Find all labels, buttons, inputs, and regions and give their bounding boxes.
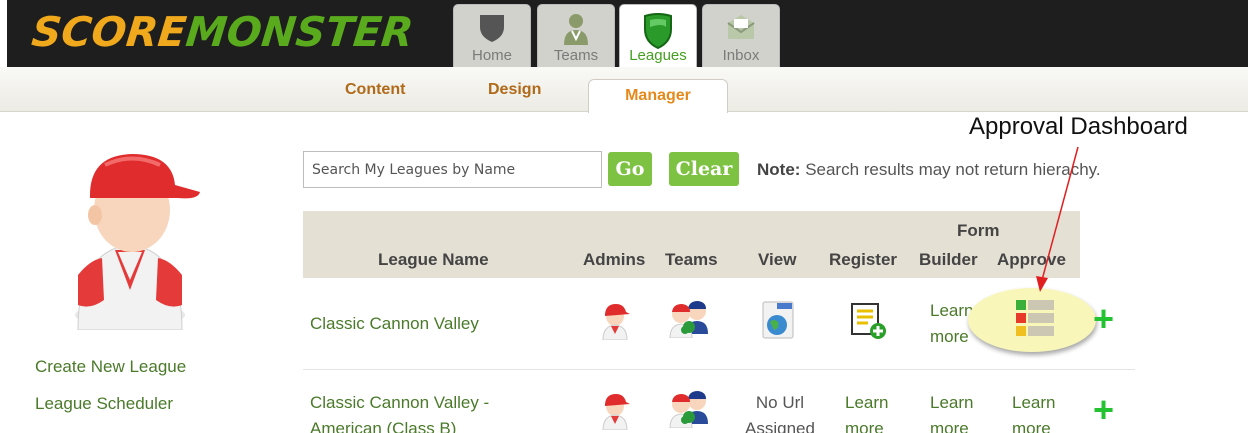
add-button[interactable]: + — [1093, 301, 1114, 337]
player-icon — [564, 14, 588, 45]
form-builder-learn-more-link[interactable]: Learn more — [930, 390, 973, 433]
form-builder-more-text: more — [930, 419, 969, 433]
admin-icon[interactable] — [600, 302, 630, 340]
approve-learn-text: Learn — [1012, 393, 1056, 412]
logo-part-score: SCORE — [29, 8, 189, 56]
view-line1: No Url — [755, 393, 805, 412]
create-new-league-link[interactable]: Create New League — [35, 357, 186, 377]
app-logo[interactable]: SCOREMONSTER — [29, 4, 416, 60]
add-button[interactable]: + — [1093, 392, 1114, 428]
www-icon[interactable] — [760, 300, 796, 340]
header-league-name: League Name — [378, 250, 489, 269]
league-name-link[interactable]: Classic Cannon Valley — [310, 311, 479, 337]
subtab-content[interactable]: Content — [345, 81, 405, 99]
header-form-builder-line2: Builder — [919, 250, 978, 269]
tab-leagues-label: Leagues — [629, 47, 687, 64]
annotation-label: Approval Dashboard — [969, 113, 1188, 140]
tab-teams[interactable]: Teams — [537, 4, 615, 67]
view-line2: Assigned — [745, 419, 815, 433]
approve-more-text: more — [1012, 419, 1051, 433]
envelope-icon — [727, 15, 755, 39]
form-builder-learn-text: Learn — [930, 393, 974, 412]
avatar — [75, 154, 200, 330]
header-form-builder-line1: Form — [957, 221, 1000, 240]
top-bar: SCOREMONSTER Home Teams Leagues Inbox — [0, 0, 1248, 67]
left-edge — [0, 0, 7, 67]
subtab-design[interactable]: Design — [488, 81, 541, 99]
header-view: View — [758, 250, 797, 269]
teams-icon[interactable] — [667, 390, 711, 428]
search-note: Note: Search results may not return hier… — [757, 160, 1101, 180]
header-teams: Teams — [665, 250, 718, 269]
league-name-line1: Classic Cannon Valley - — [310, 393, 490, 412]
league-name-link[interactable]: Classic Cannon Valley - American (Class … — [310, 390, 489, 433]
league-scheduler-link[interactable]: League Scheduler — [35, 394, 173, 414]
row-divider — [303, 369, 1135, 370]
tab-home-label: Home — [471, 47, 512, 64]
header-admins: Admins — [583, 250, 646, 269]
register-learn-more-link[interactable]: Learn more — [845, 390, 888, 433]
register-learn-text: Learn — [845, 393, 889, 412]
table-header: League Name Admins Teams View Register F… — [303, 211, 1080, 278]
approve-learn-more-link[interactable]: Learn more — [1012, 390, 1055, 433]
green-shield-icon — [644, 13, 672, 49]
go-button[interactable]: Go — [608, 152, 652, 186]
form-builder-learn-text: Learn — [930, 301, 974, 320]
logo-part-monster: MONSTER — [183, 8, 416, 56]
clear-button[interactable]: Clear — [669, 152, 739, 186]
header-approve: Approve — [997, 250, 1066, 269]
sub-nav: Content Design Manager — [0, 67, 1248, 113]
view-no-url-text: No Url Assigned — [738, 390, 822, 433]
approval-dashboard-icon[interactable] — [1015, 299, 1055, 337]
tab-home[interactable]: Home — [453, 4, 531, 67]
subtab-manager[interactable]: Manager — [588, 79, 728, 113]
tab-leagues[interactable]: Leagues — [619, 4, 697, 67]
form-builder-more-text: more — [930, 327, 969, 346]
tab-teams-label: Teams — [553, 47, 599, 64]
register-more-text: more — [845, 419, 884, 433]
header-register: Register — [829, 250, 898, 269]
note-label: Note: — [757, 160, 801, 179]
league-name-line2: American (Class B) — [310, 419, 457, 433]
note-text: Search results may not return hierachy. — [805, 160, 1101, 179]
admin-icon[interactable] — [600, 392, 630, 430]
form-builder-learn-more-link[interactable]: Learn more — [930, 298, 973, 350]
teams-icon[interactable] — [667, 300, 711, 338]
search-input[interactable] — [303, 151, 602, 188]
tab-inbox-label: Inbox — [722, 47, 760, 64]
tab-inbox[interactable]: Inbox — [702, 4, 780, 67]
shield-icon — [480, 15, 504, 42]
register-icon[interactable] — [850, 302, 888, 340]
